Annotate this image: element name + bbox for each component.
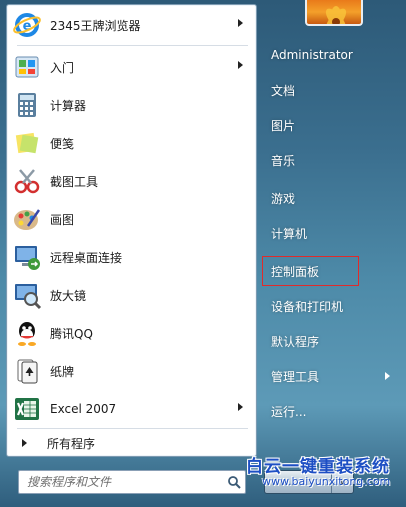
right-menu-label: 设备和打印机 [271, 299, 344, 314]
program-item-qq[interactable]: 腾讯QQ [8, 314, 255, 352]
right-menu-item-devices-printers[interactable]: 设备和打印机 [262, 291, 400, 321]
program-item-getting-started[interactable]: 入门 [8, 48, 255, 86]
program-label: 远程桌面连接 [50, 250, 123, 265]
right-menu-label: 运行... [271, 404, 307, 419]
right-menu-item-music[interactable]: 音乐 [262, 145, 400, 175]
all-programs-button[interactable]: 所有程序 [8, 429, 255, 457]
divider [17, 45, 248, 46]
all-programs-label: 所有程序 [47, 436, 96, 451]
right-menu-label: Administrator [271, 48, 353, 62]
right-menu-label: 控制面板 [271, 264, 320, 279]
right-menu-label: 游戏 [271, 191, 296, 206]
right-menu-item-administrator[interactable]: Administrator [262, 40, 400, 70]
right-menu-item-pictures[interactable]: 图片 [262, 110, 400, 140]
right-menu-item-documents[interactable]: 文档 [262, 75, 400, 105]
chevron-right-icon[interactable] [238, 61, 243, 69]
watermark-url: www.baiyunxitong.com [262, 475, 391, 488]
chevron-right-icon [22, 439, 27, 447]
solitaire-icon [12, 356, 42, 386]
right-menu-item-control-panel[interactable]: 控制面板 [262, 256, 359, 286]
program-label: 纸牌 [50, 364, 75, 379]
right-menu-label: 计算机 [271, 226, 308, 241]
program-label: 截图工具 [50, 174, 99, 189]
program-label: 2345王牌浏览器 [50, 18, 141, 33]
program-item-remote-desktop[interactable]: 远程桌面连接 [8, 238, 255, 276]
search-box [18, 470, 246, 494]
search-input[interactable] [19, 472, 223, 492]
program-item-2345-browser[interactable]: e 2345王牌浏览器 [8, 6, 255, 44]
program-item-excel-2007[interactable]: Excel 2007 [8, 390, 255, 428]
start-menu-programs-pane: e 2345王牌浏览器 入门 计算器 便笺 截图工具 画图 远程桌面连接 放大镜… [6, 4, 257, 457]
right-menu-item-games[interactable]: 游戏 [262, 183, 400, 213]
program-label: 入门 [50, 60, 75, 75]
browser-icon: e [12, 10, 42, 40]
program-item-solitaire[interactable]: 纸牌 [8, 352, 255, 390]
program-label: 腾讯QQ [50, 326, 93, 341]
program-item-magnifier[interactable]: 放大镜 [8, 276, 255, 314]
right-menu-label: 图片 [271, 118, 296, 133]
program-item-snipping-tool[interactable]: 截图工具 [8, 162, 255, 200]
magnifier-icon [12, 280, 42, 310]
calculator-icon [12, 90, 42, 120]
program-item-paint[interactable]: 画图 [8, 200, 255, 238]
watermark-title: 白云一键重装系统 [246, 457, 390, 477]
program-label: 便笺 [50, 136, 75, 151]
chevron-right-icon[interactable] [238, 19, 243, 27]
chevron-right-icon[interactable] [238, 403, 243, 411]
program-item-calculator[interactable]: 计算器 [8, 86, 255, 124]
right-menu-label: 默认程序 [271, 334, 320, 349]
chevron-right-icon [385, 372, 390, 380]
right-menu-item-computer[interactable]: 计算机 [262, 218, 400, 248]
program-label: 画图 [50, 212, 75, 227]
right-menu-label: 管理工具 [271, 369, 320, 384]
search-area [6, 458, 257, 507]
right-menu-item-admin-tools[interactable]: 管理工具 [262, 361, 400, 391]
search-icon[interactable] [223, 471, 245, 493]
program-label: 放大镜 [50, 288, 87, 303]
right-menu-item-default-programs[interactable]: 默认程序 [262, 326, 400, 356]
getting-started-icon [12, 52, 42, 82]
program-item-sticky-notes[interactable]: 便笺 [8, 124, 255, 162]
remote-desktop-icon [12, 242, 42, 272]
program-label: 计算器 [50, 98, 87, 113]
right-menu-label: 音乐 [271, 153, 296, 168]
program-label: Excel 2007 [50, 402, 117, 416]
sticky-notes-icon [12, 128, 42, 158]
paint-icon [12, 204, 42, 234]
user-avatar[interactable] [305, 0, 363, 26]
excel-icon [12, 394, 42, 424]
right-menu-item-run[interactable]: 运行... [262, 396, 400, 426]
snipping-tool-icon [12, 166, 42, 196]
right-menu-label: 文档 [271, 83, 296, 98]
qq-icon [12, 318, 42, 348]
